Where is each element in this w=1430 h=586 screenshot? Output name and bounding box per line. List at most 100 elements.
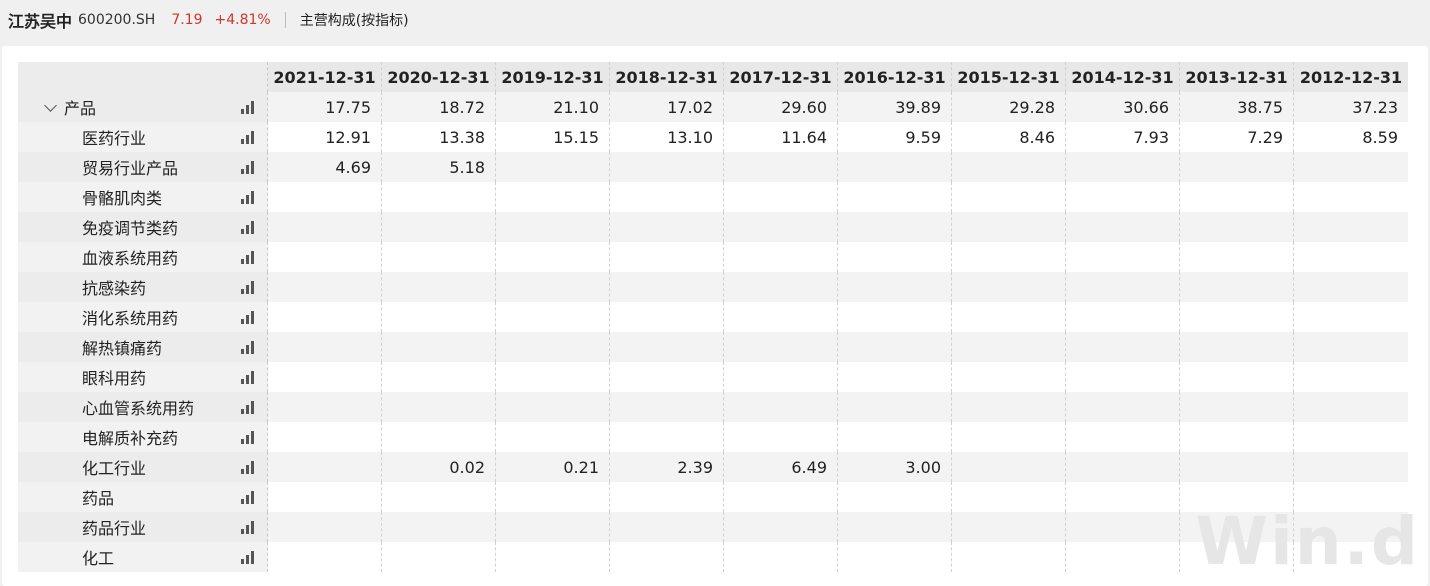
- column-header[interactable]: 2014-12-31: [1066, 62, 1180, 92]
- row-label-cell: 免疫调节类药: [18, 212, 268, 242]
- value-cell: [496, 332, 610, 362]
- value-cell: [268, 362, 382, 392]
- column-header[interactable]: 2013-12-31: [1180, 62, 1294, 92]
- table-row[interactable]: 贸易行业产品 4.69 5.18: [18, 152, 1408, 182]
- bar-chart-icon[interactable]: [241, 310, 257, 324]
- value-cell: [496, 182, 610, 212]
- value-cell: [610, 422, 724, 452]
- value-cell: [268, 272, 382, 302]
- chevron-down-icon[interactable]: [44, 99, 57, 112]
- value-cell: [1180, 362, 1294, 392]
- row-label: 贸易行业产品: [82, 159, 179, 178]
- row-label-cell: 化工行业: [18, 452, 268, 482]
- row-label: 抗感染药: [82, 279, 147, 298]
- value-cell: [496, 212, 610, 242]
- value-cell: [838, 272, 952, 302]
- row-label-cell: 贸易行业产品: [18, 152, 268, 182]
- value-cell: [610, 152, 724, 182]
- value-cell: [838, 482, 952, 512]
- value-cell: [382, 332, 496, 362]
- value-cell: [724, 362, 838, 392]
- table-row[interactable]: 消化系统用药: [18, 302, 1408, 332]
- bar-chart-icon[interactable]: [241, 400, 257, 414]
- value-cell: 38.75: [1180, 92, 1294, 122]
- table-row[interactable]: 骨骼肌肉类: [18, 182, 1408, 212]
- value-cell: [952, 362, 1066, 392]
- row-label: 产品: [64, 99, 97, 118]
- value-cell: [1294, 452, 1408, 482]
- column-header[interactable]: 2016-12-31: [838, 62, 952, 92]
- bar-chart-icon[interactable]: [241, 430, 257, 444]
- value-cell: [382, 512, 496, 542]
- bar-chart-icon[interactable]: [241, 220, 257, 234]
- value-cell: [1066, 362, 1180, 392]
- column-header[interactable]: 2018-12-31: [610, 62, 724, 92]
- value-cell: 39.89: [838, 92, 952, 122]
- bar-chart-icon[interactable]: [241, 490, 257, 504]
- value-cell: [952, 422, 1066, 452]
- bar-chart-icon[interactable]: [241, 370, 257, 384]
- value-cell: [610, 482, 724, 512]
- table-row[interactable]: 血液系统用药: [18, 242, 1408, 272]
- row-label: 消化系统用药: [82, 309, 179, 328]
- value-cell: [382, 302, 496, 332]
- value-cell: [1180, 152, 1294, 182]
- value-cell: [1066, 242, 1180, 272]
- column-header[interactable]: 2017-12-31: [724, 62, 838, 92]
- column-header[interactable]: 2015-12-31: [952, 62, 1066, 92]
- value-cell: [952, 542, 1066, 572]
- row-label-cell: 解热镇痛药: [18, 332, 268, 362]
- table-row[interactable]: 产品 17.75 18.72 21.10 17.02 29.60 39.89 29.28 30.…: [18, 92, 1408, 122]
- table-row[interactable]: 眼科用药: [18, 362, 1408, 392]
- bar-chart-icon[interactable]: [241, 280, 257, 294]
- value-cell: [610, 362, 724, 392]
- bar-chart-icon[interactable]: [241, 460, 257, 474]
- table-row[interactable]: 免疫调节类药: [18, 212, 1408, 242]
- value-cell: 8.46: [952, 122, 1066, 152]
- column-header[interactable]: 2020-12-31: [382, 62, 496, 92]
- value-cell: 8.59: [1362, 127, 1398, 147]
- value-cell: [838, 302, 952, 332]
- table-row[interactable]: 电解质补充药: [18, 422, 1408, 452]
- value-cell: [1180, 302, 1294, 332]
- value-cell: [724, 332, 838, 362]
- bar-chart-icon[interactable]: [241, 550, 257, 564]
- stock-code: 600200.SH: [78, 12, 156, 28]
- value-cell: [1066, 512, 1180, 542]
- table-row[interactable]: 解热镇痛药: [18, 332, 1408, 362]
- value-cell: [838, 212, 952, 242]
- value-cell: [1066, 332, 1180, 362]
- value-cell: [382, 422, 496, 452]
- row-label-cell: 消化系统用药: [18, 302, 268, 332]
- value-cell: [952, 482, 1066, 512]
- value-cell: [1294, 422, 1408, 452]
- bar-chart-icon[interactable]: [241, 250, 257, 264]
- bar-chart-icon[interactable]: [241, 130, 257, 144]
- value-cell: [382, 392, 496, 422]
- row-label: 化工行业: [82, 459, 147, 478]
- table-row[interactable]: 心血管系统用药: [18, 392, 1408, 422]
- row-label: 药品: [82, 489, 115, 508]
- value-cell: 0.02: [382, 452, 496, 482]
- bar-chart-icon[interactable]: [241, 340, 257, 354]
- row-label: 药品行业: [82, 519, 147, 538]
- table-row[interactable]: 化工行业 0.02 0.21 2.39 6.49 3.00: [18, 452, 1408, 482]
- column-header[interactable]: 2021-12-31: [268, 62, 382, 92]
- row-label: 骨骼肌肉类: [82, 189, 163, 208]
- bar-chart-icon[interactable]: [241, 160, 257, 174]
- value-cell: [724, 542, 838, 572]
- value-cell: [1066, 152, 1180, 182]
- bar-chart-icon[interactable]: [241, 520, 257, 534]
- bar-chart-icon[interactable]: [241, 190, 257, 204]
- value-cell: 17.75: [268, 92, 382, 122]
- value-cell: [1294, 182, 1408, 212]
- value-cell: [724, 242, 838, 272]
- value-cell: [268, 212, 382, 242]
- bar-chart-icon[interactable]: [241, 100, 257, 114]
- table-row[interactable]: 医药行业 12.91 13.38 15.15 13.10 11.64 9.59 8.46 7.9…: [18, 122, 1408, 152]
- value-cell: [1066, 302, 1180, 332]
- column-header[interactable]: 2019-12-31: [496, 62, 610, 92]
- column-header[interactable]: 2012-12-31: [1294, 62, 1408, 92]
- table-row[interactable]: 抗感染药: [18, 272, 1408, 302]
- value-cell: 21.10: [496, 92, 610, 122]
